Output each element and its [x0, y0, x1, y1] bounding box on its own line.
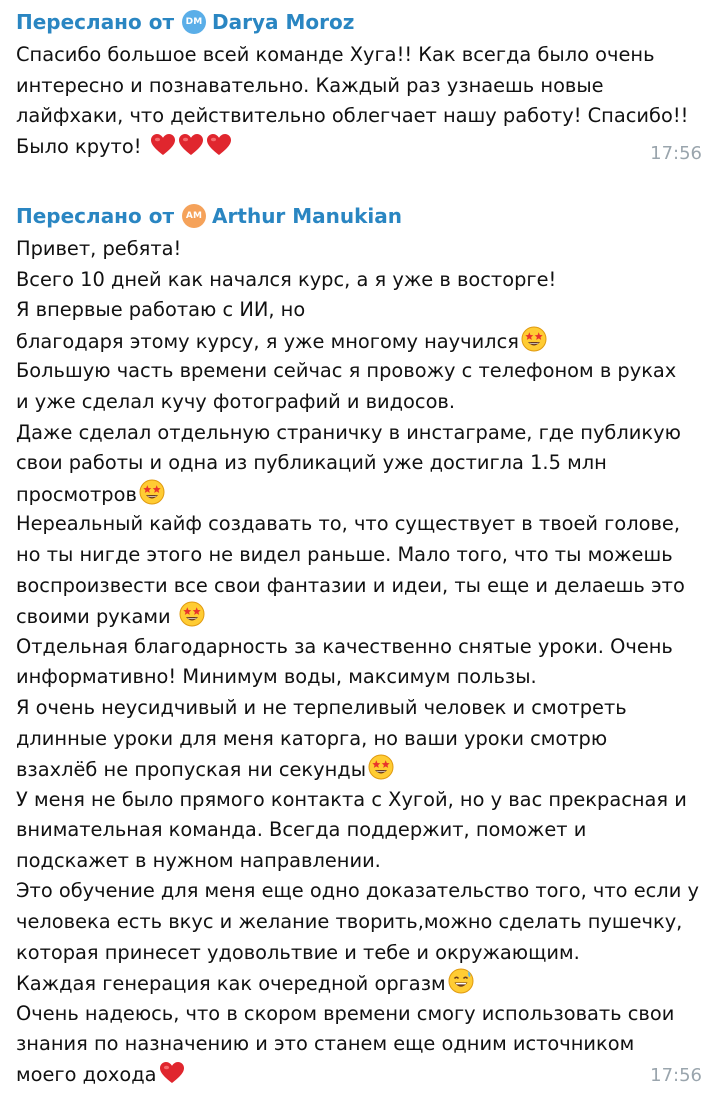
message-line: которая принесет удовольтвие и тебе и ок… — [16, 940, 580, 964]
message-line-text: взахлёб не пропуская ни секунды — [16, 758, 367, 782]
message-line: Отдельная благодарность за качественно с… — [16, 634, 673, 658]
message-line: Это обучение для меня еще одно доказател… — [16, 879, 699, 903]
message-line-text: своими руками — [16, 605, 177, 629]
message-line-text: моего дохода — [16, 1063, 157, 1087]
grinning-sweat-emoji-icon — [448, 968, 474, 994]
message-line-text: благодаря этому курсу, я уже многому нау… — [16, 329, 519, 353]
forwarded-header[interactable]: Переслано от AM Arthur Manukian — [16, 200, 704, 232]
message-timestamp: 17:56 — [650, 1065, 702, 1086]
message-line: но ты нигде этого не видел раньше. Мало … — [16, 542, 673, 566]
message-line: человека есть вкус и желание творить,мож… — [16, 910, 683, 934]
author-avatar[interactable]: DM — [182, 10, 207, 34]
message-line: лайфхаки, что действительно облегчает на… — [16, 104, 689, 128]
message-line: знания по назначению и это станем еще од… — [16, 1032, 635, 1056]
message-bubble[interactable]: Переслано от DM Darya Moroz Спасибо боль… — [4, 0, 716, 172]
message-line: интересно и познавательно. Каждый раз уз… — [16, 73, 604, 97]
message-line: моего дохода — [16, 1060, 704, 1091]
forwarded-header[interactable]: Переслано от DM Darya Moroz — [16, 6, 704, 38]
message-line: взахлёб не пропуская ни секунды — [16, 754, 704, 785]
message-line: внимательная команда. Всегда поддержит, … — [16, 818, 587, 842]
message-line: Даже сделал отдельную страничку в инстаг… — [16, 420, 681, 444]
message-line-text: Было круто! — [16, 134, 142, 158]
message-line: своими руками — [16, 601, 704, 632]
red-heart-icon — [150, 133, 176, 157]
forwarded-from-label: Переслано от — [16, 10, 175, 34]
message-bubble[interactable]: Переслано от AM Arthur Manukian Привет, … — [4, 194, 716, 1094]
message-line: благодаря этому курсу, я уже многому нау… — [16, 326, 704, 357]
message-line: Очень надеюсь, что в скором времени смог… — [16, 1001, 675, 1025]
message-line: Спасибо большое всей команде Хуга!! Как … — [16, 43, 655, 66]
message-line: просмотров — [16, 479, 704, 510]
author-avatar[interactable]: AM — [182, 204, 207, 228]
message-line: Всего 10 дней как начался курс, а я уже … — [16, 267, 557, 291]
red-heart-icon — [206, 133, 232, 157]
message-line: Каждая генерация как очередной оргазм — [16, 968, 704, 999]
star-struck-emoji-icon — [179, 601, 205, 627]
message-line: Нереальный кайф создавать то, что сущест… — [16, 512, 681, 536]
message-line: Большую часть времени сейчас я провожу с… — [16, 359, 677, 383]
message-text: Спасибо большое всей команде Хуга!! Как … — [16, 40, 704, 162]
message-line: свои работы и одна из публикаций уже дос… — [16, 451, 607, 475]
message-line: подскажет в нужном направлении. — [16, 848, 381, 872]
red-heart-icon — [178, 133, 204, 157]
author-name[interactable]: Darya Moroz — [212, 10, 354, 34]
message-line: Привет, ребята! — [16, 237, 182, 260]
message-line-text: просмотров — [16, 482, 137, 506]
message-line: и уже сделал кучу фотографий и видосов. — [16, 389, 456, 413]
message-line: Я очень неусидчивый и не терпеливый чело… — [16, 695, 627, 719]
message-text: Привет, ребята! Всего 10 дней как началс… — [16, 234, 704, 1091]
message-line-text: Каждая генерация как очередной оргазм — [16, 972, 446, 996]
message-line: Я впервые работаю с ИИ, но — [16, 298, 306, 322]
message-line: длинные уроки для меня каторга, но ваши … — [16, 726, 608, 750]
forwarded-from-label: Переслано от — [16, 204, 175, 228]
message-line: информативно! Минимум воды, максимум пол… — [16, 665, 537, 689]
star-struck-emoji-icon — [521, 326, 547, 352]
message-line: воспроизвести все свои фантазии и идеи, … — [16, 573, 685, 597]
star-struck-emoji-icon — [368, 754, 394, 780]
star-struck-emoji-icon — [139, 479, 165, 505]
message-line: Было круто! — [16, 132, 704, 163]
author-name[interactable]: Arthur Manukian — [212, 204, 402, 228]
message-line: У меня не было прямого контакта с Хугой,… — [16, 787, 687, 811]
message-timestamp: 17:56 — [650, 143, 702, 164]
red-heart-icon — [159, 1061, 185, 1085]
